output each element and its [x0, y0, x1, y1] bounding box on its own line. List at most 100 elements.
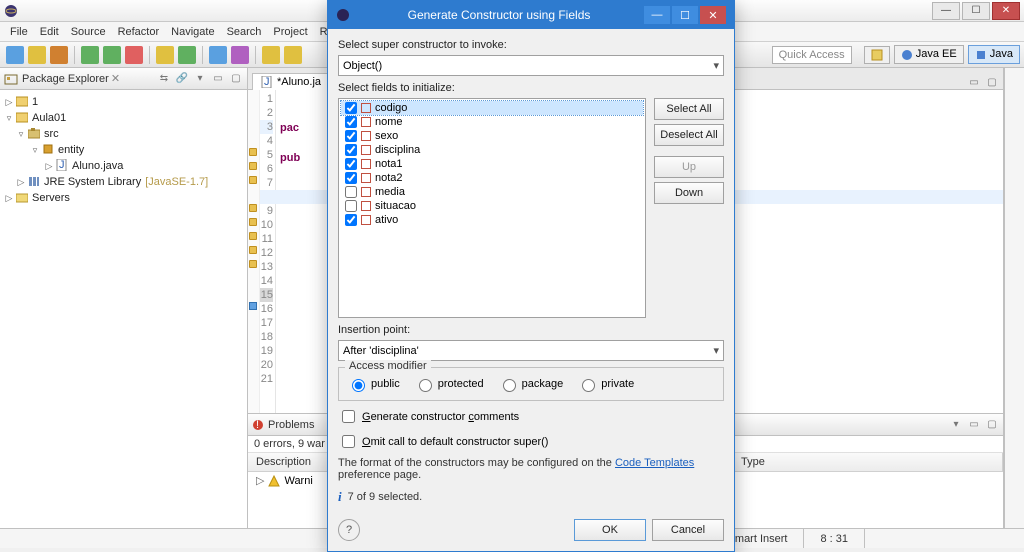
project-tree[interactable]: ▷ 1 ▿ Aula01 ▿ src ▿ entity ▷ J: [0, 90, 247, 210]
dialog-maximize-button[interactable]: ☐: [672, 6, 698, 24]
quick-access-box[interactable]: Quick Access: [772, 46, 852, 64]
ok-button[interactable]: OK: [574, 519, 646, 541]
collapse-all-icon[interactable]: ⇆: [157, 72, 171, 86]
code-templates-link[interactable]: Code Templates: [615, 457, 694, 469]
deselect-all-button[interactable]: Deselect All: [654, 124, 724, 146]
warning-marker-icon[interactable]: [249, 204, 257, 212]
warning-marker-icon[interactable]: [249, 176, 257, 184]
tree-jre[interactable]: ▷ JRE System Library [JavaSE-1.7]: [0, 174, 247, 190]
field-checkbox[interactable]: [345, 130, 357, 142]
menu-navigate[interactable]: Navigate: [165, 24, 220, 40]
link-editor-icon[interactable]: 🔗: [175, 72, 189, 86]
code-text[interactable]: pac pub: [276, 90, 324, 413]
field-checkbox[interactable]: [345, 200, 357, 212]
problems-max-icon[interactable]: ▢: [985, 418, 999, 432]
insertion-point-combo[interactable]: After 'disciplina'▾: [338, 340, 724, 361]
warning-marker-icon[interactable]: [249, 260, 257, 268]
java-file-icon: J: [261, 76, 273, 88]
select-all-button[interactable]: Select All: [654, 98, 724, 120]
menu-refactor[interactable]: Refactor: [112, 24, 166, 40]
tool-save[interactable]: [28, 46, 46, 64]
field-item-situacao[interactable]: situacao: [341, 199, 643, 213]
tool-run[interactable]: [103, 46, 121, 64]
cancel-button[interactable]: Cancel: [652, 519, 724, 541]
tool-search[interactable]: [209, 46, 227, 64]
view-menu-icon[interactable]: ▾: [193, 72, 207, 86]
dialog-minimize-button[interactable]: —: [644, 6, 670, 24]
main-close-button[interactable]: ✕: [992, 2, 1020, 20]
field-item-nota1[interactable]: nota1: [341, 157, 643, 171]
warning-marker-icon[interactable]: [249, 162, 257, 170]
tool-forward[interactable]: [284, 46, 302, 64]
omit-super-checkbox[interactable]: Omit call to default constructor super(): [338, 432, 724, 451]
perspective-java[interactable]: Java: [968, 45, 1020, 63]
editor-tab-aluno[interactable]: J *Aluno.ja: [252, 73, 330, 90]
maximize-view-icon[interactable]: ▢: [229, 72, 243, 86]
col-type[interactable]: Type: [733, 453, 1003, 471]
dialog-close-button[interactable]: ✕: [700, 6, 726, 24]
main-minimize-button[interactable]: —: [932, 2, 960, 20]
warning-marker-icon[interactable]: [249, 246, 257, 254]
warning-marker-icon[interactable]: [249, 232, 257, 240]
field-item-disciplina[interactable]: disciplina: [341, 143, 643, 157]
field-item-ativo[interactable]: ativo: [341, 213, 643, 227]
marker-bar[interactable]: [248, 90, 260, 413]
tree-project-1[interactable]: ▷ 1: [0, 94, 247, 110]
outline-collapsed[interactable]: [1004, 68, 1024, 528]
tool-run-last[interactable]: [125, 46, 143, 64]
generate-comments-checkbox[interactable]: Generate constructor comments: [338, 407, 724, 426]
menu-source[interactable]: Source: [65, 24, 112, 40]
menu-project[interactable]: Project: [267, 24, 313, 40]
tree-src[interactable]: ▿ src: [0, 126, 247, 142]
main-maximize-button[interactable]: ☐: [962, 2, 990, 20]
quickfix-marker-icon[interactable]: [249, 302, 257, 310]
field-checkbox[interactable]: [345, 144, 357, 156]
super-constructor-combo[interactable]: Object()▾: [338, 55, 724, 76]
tool-back[interactable]: [262, 46, 280, 64]
warning-marker-icon[interactable]: [249, 218, 257, 226]
open-perspective-button[interactable]: [864, 46, 890, 64]
tool-new-package[interactable]: [156, 46, 174, 64]
tool-new[interactable]: [6, 46, 24, 64]
editor-max-icon[interactable]: ▢: [985, 75, 999, 89]
field-checkbox[interactable]: [345, 158, 357, 170]
menu-search[interactable]: Search: [221, 24, 268, 40]
dialog-titlebar[interactable]: Generate Constructor using Fields — ☐ ✕: [328, 1, 734, 29]
tool-save-all[interactable]: [50, 46, 68, 64]
field-checkbox[interactable]: [345, 214, 357, 226]
tree-project-aula[interactable]: ▿ Aula01: [0, 110, 247, 126]
fields-list[interactable]: codigonomesexodisciplinanota1nota2medias…: [338, 98, 646, 318]
editor-min-icon[interactable]: ▭: [967, 75, 981, 89]
field-checkbox[interactable]: [345, 102, 357, 114]
minimize-view-icon[interactable]: ▭: [211, 72, 225, 86]
radio-public[interactable]: public: [347, 376, 400, 392]
up-button[interactable]: Up: [654, 156, 724, 178]
help-button[interactable]: ?: [338, 519, 360, 541]
field-item-nome[interactable]: nome: [341, 115, 643, 129]
tree-package-entity[interactable]: ▿ entity: [0, 142, 247, 158]
perspective-java-ee[interactable]: Java EE: [894, 45, 964, 63]
package-explorer-icon: [4, 72, 18, 86]
warning-marker-icon[interactable]: [249, 148, 257, 156]
radio-package[interactable]: package: [498, 376, 564, 392]
menu-edit[interactable]: Edit: [34, 24, 65, 40]
tool-debug[interactable]: [81, 46, 99, 64]
down-button[interactable]: Down: [654, 182, 724, 204]
tree-file-aluno[interactable]: ▷ J Aluno.java: [0, 158, 247, 174]
field-checkbox[interactable]: [345, 116, 357, 128]
problems-menu-icon[interactable]: ▾: [949, 418, 963, 432]
field-checkbox[interactable]: [345, 186, 357, 198]
menu-file[interactable]: File: [4, 24, 34, 40]
tool-new-class[interactable]: [178, 46, 196, 64]
field-item-sexo[interactable]: sexo: [341, 129, 643, 143]
field-item-media[interactable]: media: [341, 185, 643, 199]
problems-min-icon[interactable]: ▭: [967, 418, 981, 432]
field-item-codigo[interactable]: codigo: [341, 101, 643, 115]
field-item-nota2[interactable]: nota2: [341, 171, 643, 185]
field-checkbox[interactable]: [345, 172, 357, 184]
radio-protected[interactable]: protected: [414, 376, 484, 392]
radio-private[interactable]: private: [577, 376, 634, 392]
tool-toggle[interactable]: [231, 46, 249, 64]
tree-servers[interactable]: ▷ Servers: [0, 190, 247, 206]
project-icon: [16, 95, 30, 109]
